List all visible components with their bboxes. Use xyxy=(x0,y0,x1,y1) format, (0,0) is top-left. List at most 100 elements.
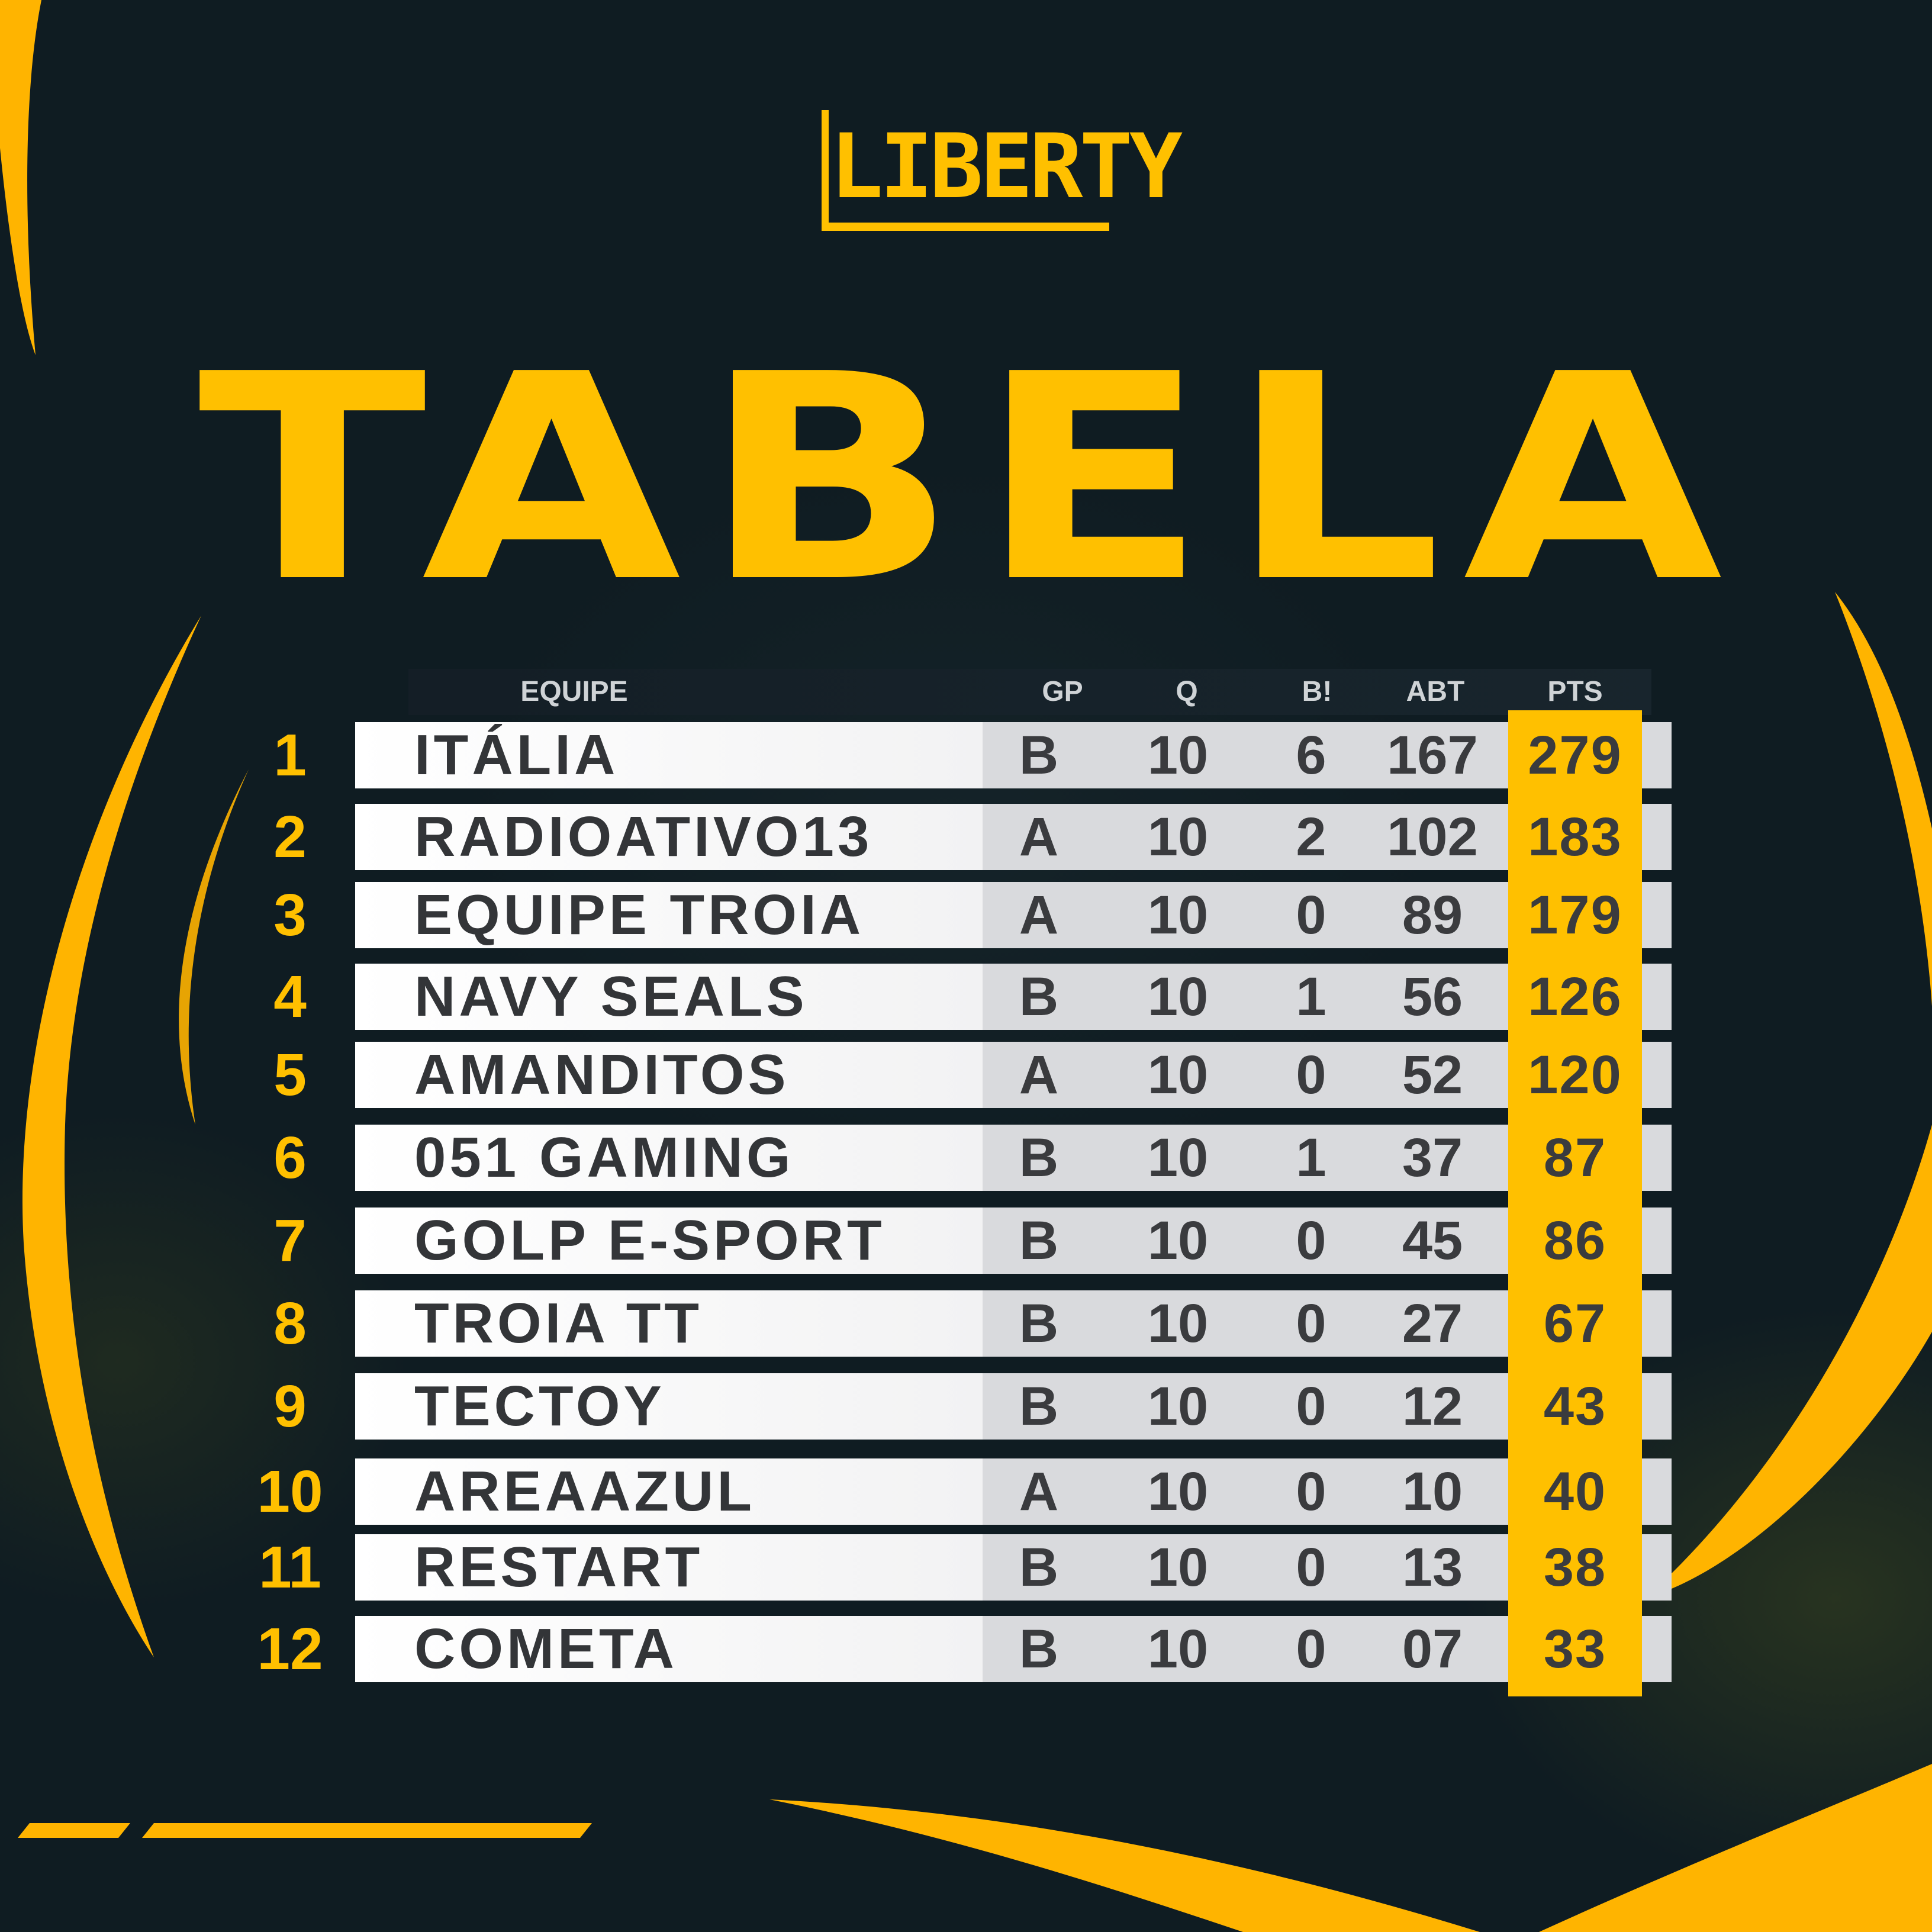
abt-cell: 56 xyxy=(1402,967,1463,1027)
q-cell: 10 xyxy=(1147,1045,1209,1105)
table-row: 7 GOLP E-SPORT B 10 0 45 86 xyxy=(0,1208,1932,1274)
table-row: 4 NAVY SEALS B 10 1 56 126 xyxy=(0,964,1932,1030)
pts-cell: 33 xyxy=(1543,1619,1607,1679)
team-name: EQUIPE TROIA xyxy=(414,883,865,946)
b-cell: 0 xyxy=(1296,1537,1326,1598)
pts-cell: 86 xyxy=(1543,1210,1607,1271)
rank-number: 1 xyxy=(273,722,307,788)
abt-cell: 10 xyxy=(1402,1461,1463,1522)
abt-cell: 37 xyxy=(1402,1128,1463,1188)
abt-cell: 45 xyxy=(1402,1210,1463,1271)
group-cell: B xyxy=(1019,725,1059,785)
abt-cell: 102 xyxy=(1387,807,1478,867)
abt-cell: 27 xyxy=(1402,1293,1463,1354)
b-cell: 2 xyxy=(1296,807,1326,867)
abt-cell: 12 xyxy=(1402,1376,1463,1437)
table-row: 8 TROIA TT B 10 0 27 67 xyxy=(0,1290,1932,1357)
row-bar-end xyxy=(1642,804,1672,870)
row-bar-end xyxy=(1642,882,1672,948)
abt-cell: 52 xyxy=(1402,1045,1463,1105)
q-cell: 10 xyxy=(1147,1128,1209,1188)
table-row: 2 RADIOATIVO13 A 10 2 102 183 xyxy=(0,804,1932,870)
header-group: GP xyxy=(1042,676,1083,707)
table-row: 3 EQUIPE TROIA A 10 0 89 179 xyxy=(0,882,1932,948)
q-cell: 10 xyxy=(1147,1461,1209,1522)
pts-cell: 279 xyxy=(1528,725,1622,785)
rank-number: 3 xyxy=(273,882,307,948)
pts-cell: 40 xyxy=(1543,1461,1607,1522)
group-cell: A xyxy=(1019,807,1059,867)
team-name: TROIA TT xyxy=(414,1292,703,1355)
row-bar-end xyxy=(1642,1616,1672,1682)
q-cell: 10 xyxy=(1147,1293,1209,1354)
team-name: COMETA xyxy=(414,1617,678,1680)
q-cell: 10 xyxy=(1147,1619,1209,1679)
b-cell: 0 xyxy=(1296,885,1326,945)
rank-number: 8 xyxy=(273,1290,307,1357)
b-cell: 6 xyxy=(1296,725,1326,785)
header-pts: PTS xyxy=(1547,676,1603,707)
abt-cell: 167 xyxy=(1387,725,1478,785)
row-bar-end xyxy=(1642,1458,1672,1525)
group-cell: B xyxy=(1019,967,1059,1027)
rank-number: 7 xyxy=(273,1208,307,1274)
rank-number: 2 xyxy=(273,804,307,870)
team-name: RADIOATIVO13 xyxy=(414,805,873,868)
row-bar-end xyxy=(1642,1290,1672,1357)
team-name: TECTOY xyxy=(414,1374,665,1438)
group-cell: A xyxy=(1019,1461,1059,1522)
group-cell: B xyxy=(1019,1128,1059,1188)
abt-cell: 89 xyxy=(1402,885,1463,945)
pts-cell: 183 xyxy=(1528,807,1622,867)
b-cell: 0 xyxy=(1296,1293,1326,1354)
rank-number: 5 xyxy=(273,1042,307,1108)
header-team: EQUIPE xyxy=(520,676,628,707)
q-cell: 10 xyxy=(1147,967,1209,1027)
row-bar-end xyxy=(1642,1534,1672,1601)
b-cell: 0 xyxy=(1296,1461,1326,1522)
row-bar-end xyxy=(1642,964,1672,1030)
header-q: Q xyxy=(1176,676,1198,707)
table-row: 1 ITÁLIA B 10 6 167 279 xyxy=(0,722,1932,788)
pts-cell: 67 xyxy=(1543,1293,1607,1354)
team-name: AREAAZUL xyxy=(414,1460,755,1523)
header-abt: ABT xyxy=(1406,676,1465,707)
row-bar-end xyxy=(1642,1125,1672,1191)
pts-cell: 43 xyxy=(1543,1376,1607,1437)
abt-cell: 07 xyxy=(1402,1619,1463,1679)
row-bar-end xyxy=(1642,722,1672,788)
pts-cell: 179 xyxy=(1528,885,1622,945)
group-cell: B xyxy=(1019,1293,1059,1354)
table-row: 5 AMANDITOS A 10 0 52 120 xyxy=(0,1042,1932,1108)
rank-number: 6 xyxy=(273,1125,307,1191)
row-bar-end xyxy=(1642,1373,1672,1440)
q-cell: 10 xyxy=(1147,885,1209,945)
team-name: 051 GAMING xyxy=(414,1126,794,1189)
q-cell: 10 xyxy=(1147,1210,1209,1271)
q-cell: 10 xyxy=(1147,1537,1209,1598)
group-cell: A xyxy=(1019,1045,1059,1105)
b-cell: 0 xyxy=(1296,1045,1326,1105)
table-row: 10 AREAAZUL A 10 0 10 40 xyxy=(0,1458,1932,1525)
rank-number: 12 xyxy=(257,1616,323,1682)
pts-cell: 87 xyxy=(1543,1128,1607,1188)
team-name: GOLP E-SPORT xyxy=(414,1209,886,1272)
group-cell: A xyxy=(1019,885,1059,945)
b-cell: 0 xyxy=(1296,1619,1326,1679)
row-bar-end xyxy=(1642,1208,1672,1274)
b-cell: 0 xyxy=(1296,1376,1326,1437)
rank-number: 4 xyxy=(273,964,307,1030)
group-cell: B xyxy=(1019,1619,1059,1679)
table-row: 12 COMETA B 10 0 07 33 xyxy=(0,1616,1932,1682)
b-cell: 1 xyxy=(1296,1128,1326,1188)
table-row: 6 051 GAMING B 10 1 37 87 xyxy=(0,1125,1932,1191)
group-cell: B xyxy=(1019,1376,1059,1437)
group-cell: B xyxy=(1019,1210,1059,1271)
b-cell: 1 xyxy=(1296,967,1326,1027)
table-row: 11 RESTART B 10 0 13 38 xyxy=(0,1534,1932,1601)
team-name: ITÁLIA xyxy=(414,723,619,787)
team-name: AMANDITOS xyxy=(414,1043,790,1106)
b-cell: 0 xyxy=(1296,1210,1326,1271)
pts-cell: 120 xyxy=(1528,1045,1622,1105)
header-b: B! xyxy=(1302,676,1332,707)
